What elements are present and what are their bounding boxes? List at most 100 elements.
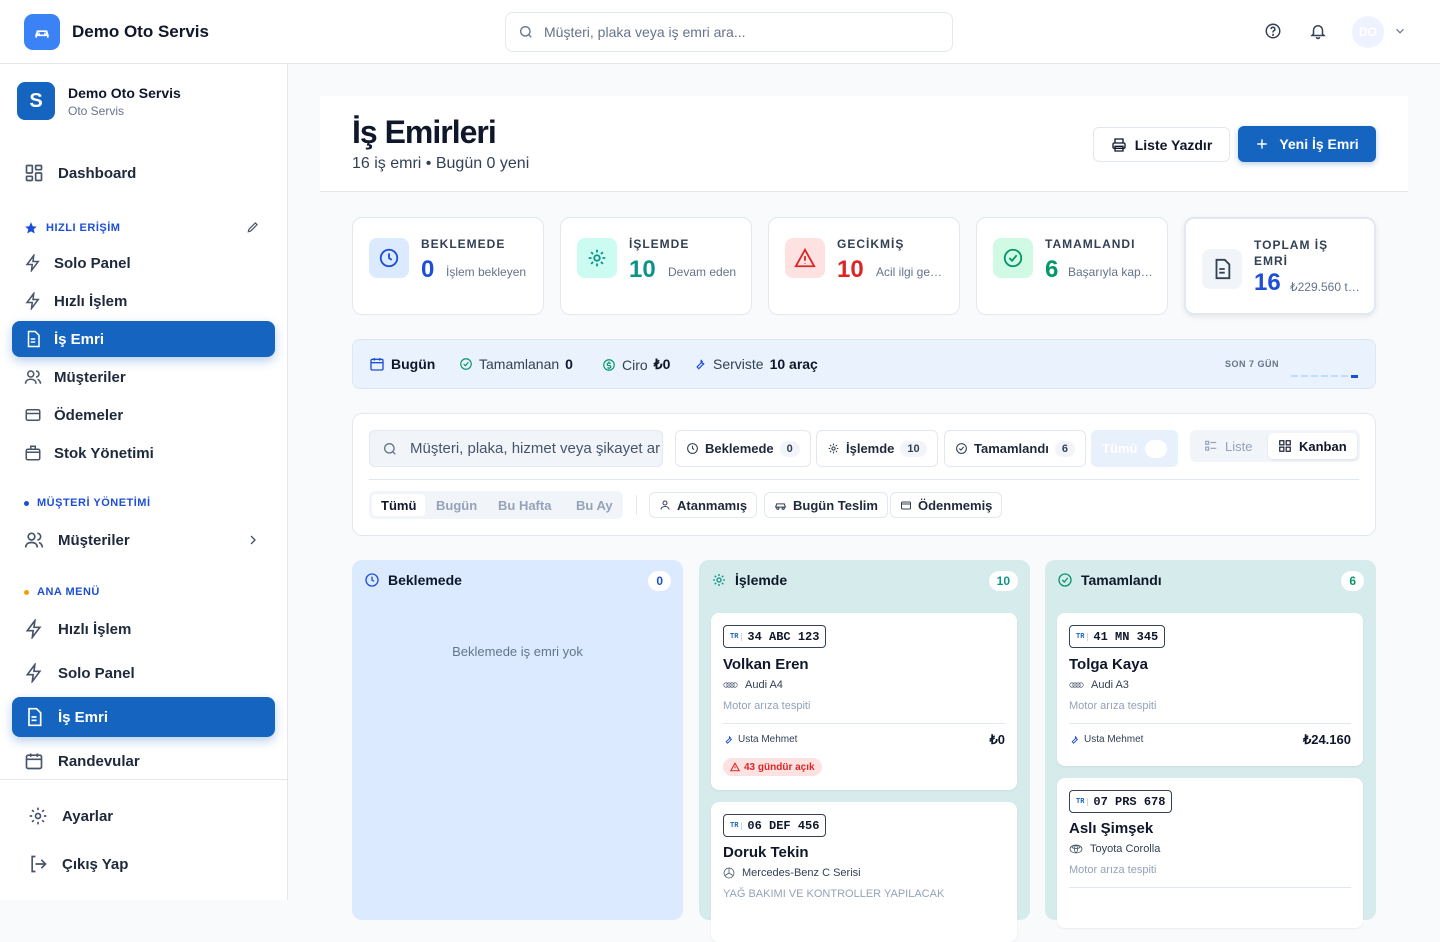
logout-link[interactable]: Çıkış Yap	[16, 844, 279, 884]
sidebar-item-customers[interactable]: Müşteriler	[12, 359, 275, 395]
section-title: ANA MENÜ	[37, 586, 100, 598]
amount: ₺24.160	[1302, 732, 1351, 747]
sidebar-item-main-quick-action[interactable]: Hızlı İşlem	[12, 609, 275, 649]
view-list-button[interactable]: Liste	[1194, 433, 1262, 459]
period-this-week[interactable]: Bu Hafta	[489, 494, 560, 516]
filter-chip-completed[interactable]: Tamamlandı 6	[944, 430, 1087, 467]
grid-icon	[24, 163, 44, 183]
car-logo-icon[interactable]	[24, 14, 60, 50]
work-order-card[interactable]: TR 07 PRS 678 Aslı Şimşek Toyota Corolla …	[1057, 778, 1363, 928]
vehicle: Audi A4	[723, 679, 783, 691]
plate-country: TR	[1076, 632, 1089, 641]
plus-icon	[1255, 137, 1269, 151]
print-list-button[interactable]: Liste Yazdır	[1093, 127, 1230, 162]
chip-label: Tümü	[1102, 441, 1138, 456]
gear-icon	[711, 572, 727, 588]
sidebar-item-work-order[interactable]: İş Emri	[12, 321, 275, 357]
stat-card-in-progress[interactable]: İŞLEMDE 10 Devam eden	[560, 217, 752, 315]
work-order-search-input[interactable]	[410, 440, 660, 457]
settings-link[interactable]: Ayarlar	[16, 796, 279, 836]
vehicle: Toyota Corolla	[1069, 843, 1160, 855]
top-bar: Demo Oto Servis DO	[0, 0, 1440, 64]
new-work-order-button[interactable]: Yeni İş Emri	[1238, 126, 1376, 162]
quick-filter-unassigned[interactable]: Atanmamış	[649, 492, 758, 518]
work-order-search[interactable]	[369, 430, 663, 467]
sidebar-item-stock[interactable]: Stok Yönetimi	[12, 435, 275, 471]
sidebar-item-appointments[interactable]: Randevular	[12, 741, 275, 781]
settings-label: Ayarlar	[62, 807, 114, 825]
column-count: 6	[1341, 571, 1364, 591]
stat-card-completed[interactable]: TAMAMLANDI 6 Başarıyla kapatıldı	[976, 217, 1168, 315]
column-count: 0	[648, 571, 671, 591]
filter-chip-waiting[interactable]: Beklemede 0	[675, 430, 811, 467]
view-list-label: Liste	[1225, 438, 1253, 454]
sidebar-item-label: Hızlı İşlem	[58, 620, 132, 638]
work-order-card[interactable]: TR 06 DEF 456 Doruk Tekin Mercedes-Benz C…	[711, 802, 1017, 942]
sidebar-item-payments[interactable]: Ödemeler	[12, 397, 275, 433]
warning-icon	[785, 238, 825, 278]
bullet-icon	[24, 500, 29, 506]
filter-chip-in-progress[interactable]: İşlemde 10	[816, 430, 938, 467]
spark-bar	[1331, 375, 1338, 377]
work-order-card[interactable]: TR 34 ABC 123 Volkan Eren Audi A4 Motor a…	[711, 613, 1017, 790]
today-revenue: Ciro ₺0	[602, 356, 670, 373]
help-icon[interactable]	[1264, 22, 1284, 42]
column-header: Tamamlandı 6	[1057, 571, 1364, 591]
technician: Usta Mehmet	[723, 734, 797, 745]
car-icon	[774, 499, 787, 512]
sidebar-item-main-work-order[interactable]: İş Emri	[12, 697, 275, 737]
service-label: Serviste	[713, 356, 764, 372]
spark-bar	[1341, 375, 1348, 377]
sidebar-item-label: Müşteriler	[54, 368, 126, 386]
edit-icon[interactable]	[246, 220, 260, 234]
user-avatar[interactable]: DO	[1352, 16, 1384, 48]
completed-label: Tamamlanan	[479, 356, 560, 372]
sidebar-item-main-solo-panel[interactable]: Solo Panel	[12, 653, 275, 693]
brand-name[interactable]: Demo Oto Servis	[72, 22, 209, 42]
kanban-column-completed: Tamamlandı 6 TR 41 MN 345 Tolga Kaya Audi…	[1045, 560, 1376, 928]
org-avatar[interactable]: S	[17, 82, 55, 120]
period-today[interactable]: Bugün	[427, 494, 486, 516]
check-circle-icon	[1057, 572, 1073, 588]
wallet-icon	[900, 499, 912, 511]
quick-filter-unpaid[interactable]: Ödenmemiş	[890, 492, 1003, 518]
stat-card-total[interactable]: TOPLAM İŞ EMRİ 16 ₺229.560 toplam	[1184, 217, 1376, 315]
global-search-input[interactable]	[544, 24, 924, 40]
period-filter: Tümü Bugün Bu Hafta Bu Ay	[369, 491, 623, 519]
sidebar-item-solo-panel[interactable]: Solo Panel	[12, 245, 275, 281]
user-icon	[659, 499, 671, 511]
sidebar-item-customer-management[interactable]: Müşteriler	[12, 520, 275, 560]
customer-name: Aslı Şimşek	[1069, 820, 1154, 837]
view-kanban-label: Kanban	[1299, 438, 1347, 454]
wrench-icon	[1069, 734, 1080, 745]
plate-country: TR	[1076, 797, 1089, 806]
chevron-down-icon[interactable]	[1393, 24, 1413, 44]
period-all[interactable]: Tümü	[372, 494, 426, 516]
kanban-column-in-progress: İşlemde 10 TR 34 ABC 123 Volkan Eren Audi…	[699, 560, 1030, 942]
sidebar-item-dashboard[interactable]: Dashboard	[12, 153, 275, 193]
period-this-month[interactable]: Bu Ay	[567, 494, 622, 516]
view-kanban-button[interactable]: Kanban	[1268, 433, 1357, 459]
stat-value: 16	[1254, 269, 1281, 296]
vehicle-model: Audi A3	[1091, 679, 1129, 691]
job-description: Motor arıza tespiti	[1069, 700, 1157, 712]
lightning-icon	[24, 619, 44, 639]
license-plate: TR 41 MN 345	[1069, 625, 1166, 648]
revenue-label: Ciro	[622, 356, 648, 373]
sidebar-item-label: Solo Panel	[54, 254, 131, 272]
quick-filter-due-today[interactable]: Bugün Teslim	[764, 492, 888, 518]
bell-icon[interactable]	[1309, 22, 1329, 42]
filter-chip-all[interactable]: Tümü	[1091, 430, 1178, 467]
technician-name: Usta Mehmet	[1084, 734, 1144, 745]
sidebar-item-quick-action[interactable]: Hızlı İşlem	[12, 283, 275, 319]
print-label: Liste Yazdır	[1134, 136, 1213, 153]
work-order-card[interactable]: TR 41 MN 345 Tolga Kaya Audi A3 Motor arı…	[1057, 613, 1363, 766]
wrench-icon	[693, 357, 707, 371]
stat-card-overdue[interactable]: GECİKMİŞ 10 Acil ilgi gerekli	[768, 217, 960, 315]
vehicle: Mercedes-Benz C Serisi	[723, 867, 861, 879]
credit-card-icon	[24, 406, 42, 424]
today-title: Bugün	[391, 356, 436, 372]
global-search[interactable]	[505, 12, 953, 52]
stat-card-waiting[interactable]: BEKLEMEDE 0 İşlem bekleyen	[352, 217, 544, 315]
sidebar-item-label: Randevular	[58, 752, 140, 770]
